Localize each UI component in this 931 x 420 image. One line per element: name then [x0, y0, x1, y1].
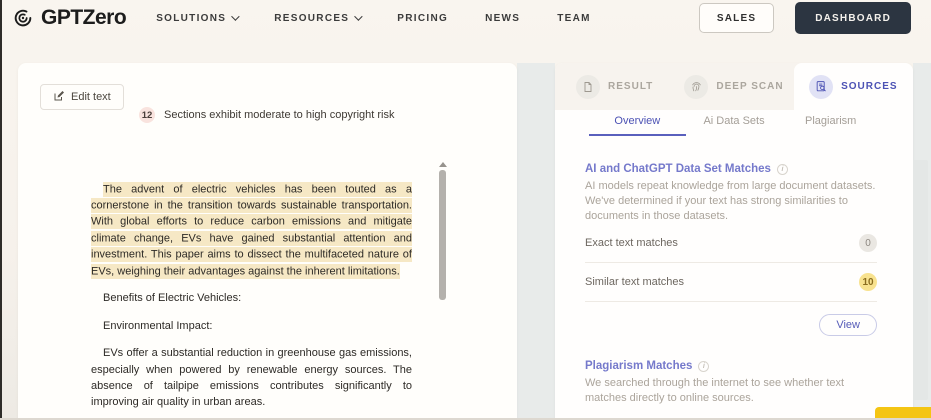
subtab-overview[interactable]: Overview — [589, 115, 686, 136]
copyright-risk-summary: 12 Sections exhibit moderate to high cop… — [139, 107, 395, 123]
window-left-edge — [0, 0, 2, 420]
divider — [585, 301, 877, 302]
gptzero-spiral-icon — [12, 7, 34, 29]
fingerprint-icon — [684, 74, 709, 99]
ai-matches-title-row: AI and ChatGPT Data Set Matches i — [585, 163, 877, 175]
subtab-plagiarism[interactable]: Plagiarism — [782, 115, 879, 136]
edit-pencil-icon — [53, 90, 65, 105]
scrollbar-up-arrow[interactable] — [438, 162, 447, 167]
document-search-icon — [809, 74, 834, 99]
heading-environmental: Environmental Impact: — [103, 319, 213, 332]
nav-item-news[interactable]: NEWS — [485, 13, 520, 24]
highlighted-paragraph[interactable]: The advent of electric vehicles has been… — [91, 181, 412, 279]
document-icon — [576, 74, 601, 99]
nav-item-pricing[interactable]: PRICING — [397, 13, 448, 24]
document-scrollbar[interactable] — [438, 162, 447, 420]
info-icon[interactable]: i — [698, 360, 710, 372]
plagiarism-section: Plagiarism Matches i We searched through… — [585, 360, 877, 406]
tab-deep-scan[interactable]: DEEP SCAN — [674, 63, 793, 110]
nav-links: SOLUTIONS RESOURCES PRICING NEWS TEAM — [156, 12, 591, 24]
sources-overview-content: AI and ChatGPT Data Set Matches i AI mod… — [585, 163, 877, 406]
info-icon[interactable]: i — [776, 163, 788, 175]
exact-matches-count-badge: 0 — [859, 234, 877, 252]
panel-gap — [517, 63, 555, 420]
chevron-down-icon — [231, 12, 240, 21]
similar-matches-count-badge: 10 — [859, 273, 877, 291]
results-tab-bar: RESULT DEEP SCAN SOURCES — [555, 63, 913, 110]
brand-logo[interactable]: GPTZero — [12, 6, 127, 30]
document-text[interactable]: The advent of electric vehicles has been… — [91, 181, 412, 411]
edit-text-button[interactable]: Edit text — [40, 84, 124, 110]
subtab-ai-data-sets[interactable]: Ai Data Sets — [686, 115, 783, 136]
scrollbar-thumb[interactable] — [439, 170, 446, 300]
similar-matches-row: Similar text matches 10 — [585, 263, 877, 301]
exact-matches-row: Exact text matches 0 — [585, 224, 877, 262]
sales-button[interactable]: SALES — [698, 3, 775, 33]
plagiarism-description: We searched through the internet to see … — [585, 377, 845, 404]
view-button[interactable]: View — [819, 314, 877, 336]
nav-item-team[interactable]: TEAM — [557, 13, 591, 24]
tab-result[interactable]: RESULT — [555, 63, 674, 110]
gptzero-app: GPTZero SOLUTIONS RESOURCES PRICING NEWS… — [0, 0, 931, 420]
chevron-down-icon — [354, 12, 363, 21]
tab-sources[interactable]: SOURCES — [793, 63, 913, 110]
nav-item-solutions[interactable]: SOLUTIONS — [156, 12, 240, 24]
results-panel: RESULT DEEP SCAN SOURCES Overview Ai Dat… — [555, 63, 913, 420]
paragraph-evs: EVs offer a substantial reduction in gre… — [91, 347, 412, 409]
brand-name: GPTZero — [41, 6, 127, 29]
document-panel: Edit text 12 Sections exhibit moderate t… — [18, 63, 517, 420]
plagiarism-title-row: Plagiarism Matches i — [585, 360, 877, 372]
page-scrollbar[interactable] — [913, 160, 928, 400]
sources-subtabs: Overview Ai Data Sets Plagiarism — [589, 115, 879, 136]
risk-summary-text: Sections exhibit moderate to high copyri… — [164, 109, 395, 121]
ai-matches-description: AI models repeat knowledge from large do… — [585, 180, 876, 222]
heading-benefits: Benefits of Electric Vehicles: — [103, 292, 242, 305]
dashboard-button[interactable]: DASHBOARD — [795, 2, 911, 34]
nav-item-resources[interactable]: RESOURCES — [274, 12, 363, 24]
top-navigation: GPTZero SOLUTIONS RESOURCES PRICING NEWS… — [0, 0, 931, 36]
risk-count-badge: 12 — [139, 107, 155, 123]
